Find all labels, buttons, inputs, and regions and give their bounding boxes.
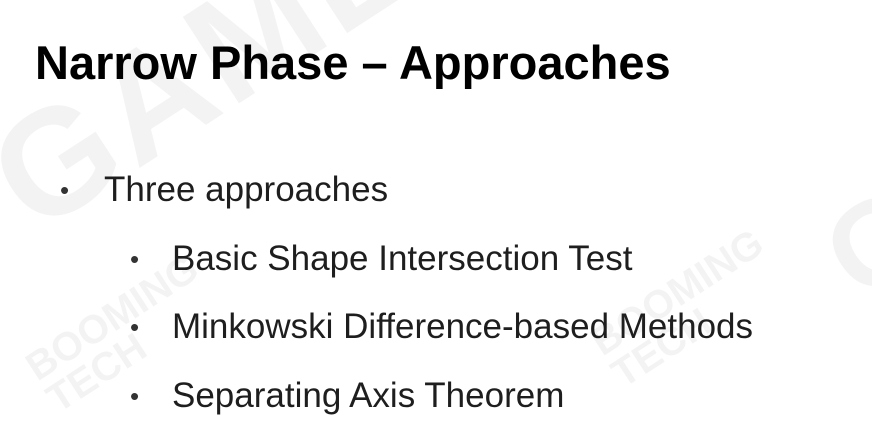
bullet-text: Separating Axis Theorem: [172, 376, 565, 415]
bullet-marker: •: [130, 381, 140, 411]
slide-title: Narrow Phase – Approaches: [35, 36, 671, 89]
bullet-text: Basic Shape Intersection Test: [172, 239, 633, 278]
bullet-marker: •: [130, 312, 140, 342]
bullet-marker: •: [130, 244, 140, 274]
bullet-text: Three approaches: [104, 170, 389, 209]
games104-watermark-partial: G: [800, 159, 872, 326]
bullet-marker: •: [60, 175, 70, 205]
bullet-text: Minkowski Difference-based Methods: [172, 307, 754, 346]
slide: GAMES104 G BOOMINGTECH BOOMINGTECH Narro…: [0, 0, 872, 444]
